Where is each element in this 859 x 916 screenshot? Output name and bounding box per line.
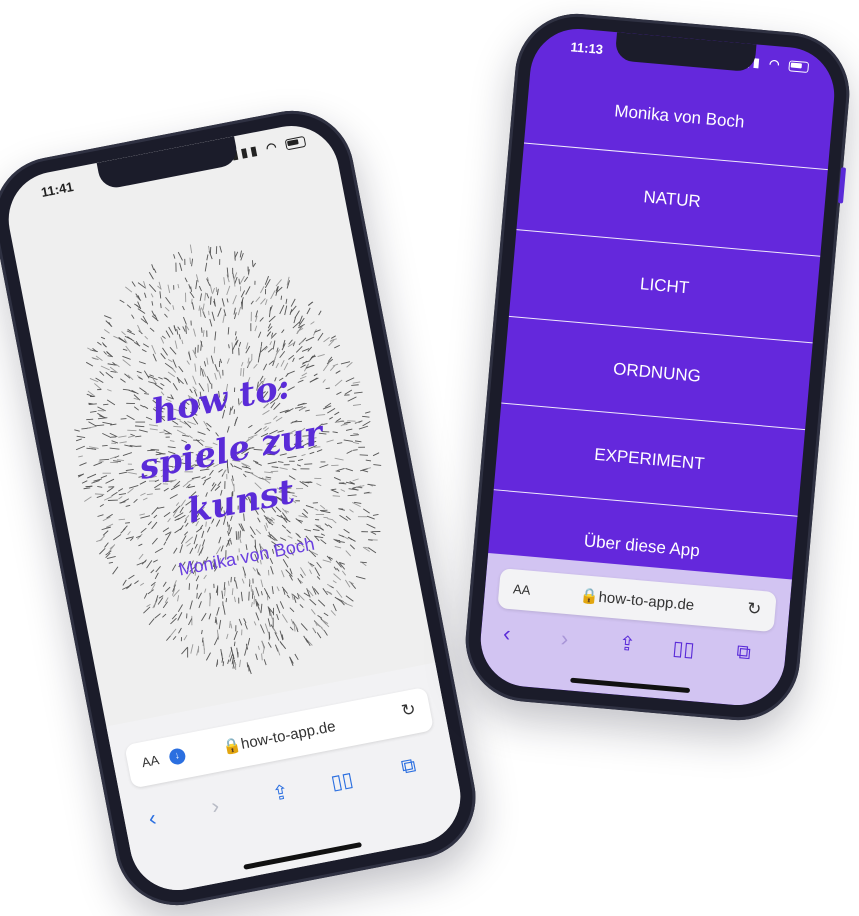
notch <box>614 32 756 73</box>
menu-item-label: Über diese App <box>583 531 701 561</box>
share-icon[interactable]: ⇪ <box>618 631 637 657</box>
status-time: 11:13 <box>569 39 604 58</box>
wifi-icon: ◠ <box>768 56 784 72</box>
phone-mockup-right: 11:13 ▮▮▮ ◠ Monika von Boch NATUR LICHT … <box>460 8 855 726</box>
menu-item-label: Monika von Boch <box>613 101 746 132</box>
menu-item-label: ORDNUNG <box>612 359 702 386</box>
url-text: 🔒how-to-app.de <box>579 587 695 615</box>
chevron-right-icon[interactable]: › <box>209 793 221 820</box>
chevron-left-icon[interactable]: ‹ <box>502 621 511 648</box>
tabs-icon[interactable]: ⧉ <box>400 754 418 779</box>
browser-bottom-bar: AA ↓ 🔒how-to-app.de ↻ ‹ › ⇪ ▯▯ ⧉ <box>106 662 469 899</box>
status-time: 11:41 <box>39 179 75 200</box>
notch <box>96 136 239 191</box>
chevron-right-icon[interactable]: › <box>560 626 569 653</box>
status-icons: ▮▮▮ ◠ <box>230 134 307 162</box>
tabs-icon[interactable]: ⧉ <box>735 641 752 665</box>
side-button <box>837 167 847 204</box>
reload-icon[interactable]: ↻ <box>746 599 762 620</box>
menu-item-label: NATUR <box>642 187 702 212</box>
book-icon[interactable]: ▯▯ <box>329 767 355 796</box>
navigation-menu: Monika von Boch NATUR LICHT ORDNUNG EXPE… <box>486 64 835 603</box>
url-label: how-to-app.de <box>239 717 337 753</box>
menu-item-label: LICHT <box>639 274 690 298</box>
phone-screen-left: 11:41 ▮▮▮ ◠ how to: spiele zur kunst Mon… <box>0 117 469 899</box>
battery-icon <box>788 60 810 74</box>
menu-item-label: EXPERIMENT <box>593 444 706 474</box>
share-icon[interactable]: ⇪ <box>270 779 291 807</box>
home-indicator <box>242 842 362 870</box>
wifi-icon: ◠ <box>264 138 281 156</box>
phone-screen-right: 11:13 ▮▮▮ ◠ Monika von Boch NATUR LICHT … <box>476 24 839 710</box>
phone-mockup-left: 11:41 ▮▮▮ ◠ how to: spiele zur kunst Mon… <box>0 100 487 916</box>
home-indicator <box>569 677 690 694</box>
book-icon[interactable]: ▯▯ <box>671 635 696 662</box>
battery-icon <box>284 136 307 151</box>
chevron-left-icon[interactable]: ‹ <box>146 805 158 832</box>
browser-bottom-bar: AA 🔒how-to-app.de ↻ ‹ › ⇪ ▯▯ ⧉ <box>476 552 792 710</box>
url-label: how-to-app.de <box>597 588 695 615</box>
